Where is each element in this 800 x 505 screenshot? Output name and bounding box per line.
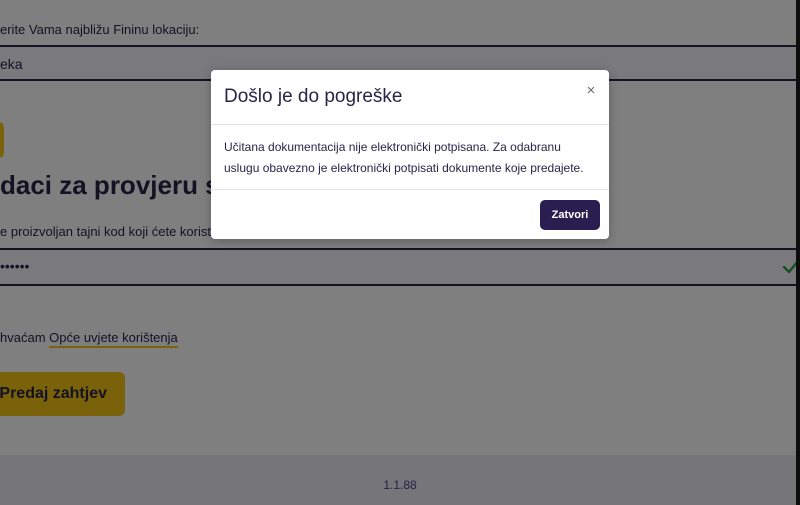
modal-footer: Zatvori [211,189,609,240]
error-modal: Došlo je do pogreške × Učitana dokumenta… [211,70,609,239]
close-icon[interactable]: × [582,82,600,100]
modal-body: Učitana dokumentacija nije elektronički … [224,137,596,179]
modal-title: Došlo je do pogreške [224,86,403,107]
modal-header: Došlo je do pogreške × [211,70,609,125]
close-button[interactable]: Zatvori [540,200,600,230]
modal-message-line-1: Učitana dokumentacija nije elektronički … [224,140,561,154]
modal-message-line-2: uslugu obavezno je elektronički potpisat… [224,161,584,175]
